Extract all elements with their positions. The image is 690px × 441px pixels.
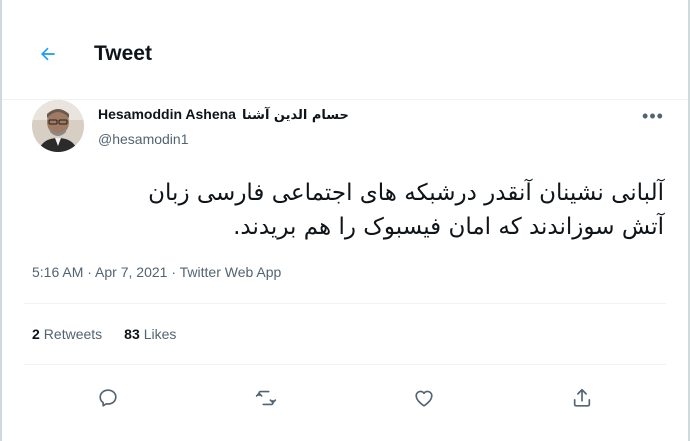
author-name-row[interactable]: Hesamoddin Ashena حسام الدین آشنا <box>98 106 349 123</box>
retweets-stat[interactable]: 2 Retweets <box>32 326 102 342</box>
more-button[interactable]: ••• <box>638 104 668 128</box>
arrow-left-icon <box>41 47 55 61</box>
likes-count: 83 <box>124 326 140 342</box>
tweet-date[interactable]: Apr 7, 2021 <box>95 264 167 280</box>
tweet-page: Tweet Hesamoddin Ashena حسام الدین آشنا … <box>0 0 690 441</box>
author-name[interactable]: Hesamoddin Ashena <box>98 106 236 122</box>
back-button[interactable] <box>32 38 64 70</box>
likes-label: Likes <box>143 326 177 342</box>
reply-icon <box>99 389 117 407</box>
author-name-persian[interactable]: حسام الدین آشنا <box>242 108 349 123</box>
likes-stat[interactable]: 83 Likes <box>124 326 176 342</box>
retweet-icon <box>255 390 277 406</box>
avatar[interactable] <box>32 100 84 152</box>
tweet-header: Tweet <box>2 0 688 100</box>
retweet-button[interactable] <box>250 382 282 414</box>
tweet-source[interactable]: Twitter Web App <box>180 264 282 280</box>
avatar-photo <box>32 100 84 152</box>
tweet-actions <box>2 376 688 416</box>
divider <box>24 303 666 304</box>
tweet-time[interactable]: 5:16 AM <box>32 264 83 280</box>
more-dots-icon: ••• <box>642 105 664 126</box>
meta-separator: · <box>167 264 180 280</box>
tweet-meta: 5:16 AM · Apr 7, 2021 · Twitter Web App <box>32 264 281 280</box>
share-button[interactable] <box>566 382 598 414</box>
retweets-label: Retweets <box>43 326 103 342</box>
retweets-count: 2 <box>32 326 40 342</box>
meta-separator: · <box>83 264 96 280</box>
like-button[interactable] <box>408 382 440 414</box>
tweet-text-line: آتش سوزاندند که امان فیسبوک را هم بریدند… <box>233 214 664 240</box>
share-icon <box>573 388 591 407</box>
divider <box>24 364 666 365</box>
tweet-stats: 2 Retweets 83 Likes <box>32 326 176 342</box>
tweet-text: آلبانی نشینان آنقدر درشبکه های اجتماعی ف… <box>44 176 664 244</box>
page-title: Tweet <box>94 42 152 65</box>
heart-icon <box>415 390 433 407</box>
author-handle[interactable]: @hesamodin1 <box>98 131 189 147</box>
reply-button[interactable] <box>92 382 124 414</box>
tweet-text-line: آلبانی نشینان آنقدر درشبکه های اجتماعی ف… <box>148 180 664 206</box>
